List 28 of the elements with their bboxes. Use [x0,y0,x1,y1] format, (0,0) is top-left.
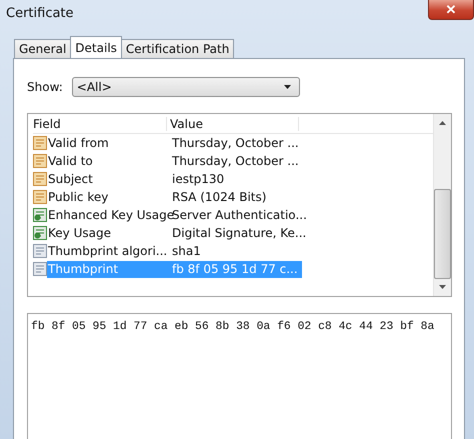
scrollbar[interactable] [433,114,451,296]
certificate-field-icon [33,244,47,258]
tab[interactable]: Details [70,36,122,58]
window-title: Certificate [6,6,74,21]
scroll-up-icon[interactable] [439,121,446,125]
tab[interactable]: General [14,39,72,58]
scroll-down-icon[interactable] [439,285,446,289]
list-row[interactable]: Valid to Thursday, October ... [47,152,302,170]
column-header[interactable]: Field [33,116,167,130]
caret-icon [284,85,291,89]
certificate-field-icon [33,226,47,240]
column-header[interactable]: Value [167,116,299,130]
list-row[interactable]: Thumbprint algori... sha1 [47,242,302,260]
certificate-field-icon [33,172,47,186]
certificate-field-icon [33,262,47,276]
tab[interactable]: Certification Path [120,39,234,58]
scroll-thumb[interactable] [434,189,451,279]
certificate-field-icon [33,190,47,204]
close-button[interactable]: ✕ [428,0,474,20]
list-row[interactable]: Public key RSA (1024 Bits) [47,188,302,206]
certificate-field-icon [33,154,47,168]
show-label: Show: [27,80,63,94]
certificate-field-icon [33,136,47,150]
list-row[interactable]: Valid from Thursday, October ... [47,134,302,152]
list-row[interactable]: Subject iestp130 [47,170,302,188]
show-dropdown[interactable]: <All> [72,77,300,97]
value-text-area[interactable]: fb 8f 05 95 1d 77 ca eb 56 8b 38 0a f6 02 c8 4c 44 23 bf 8a [27,313,452,439]
certificate-field-icon [33,208,47,222]
